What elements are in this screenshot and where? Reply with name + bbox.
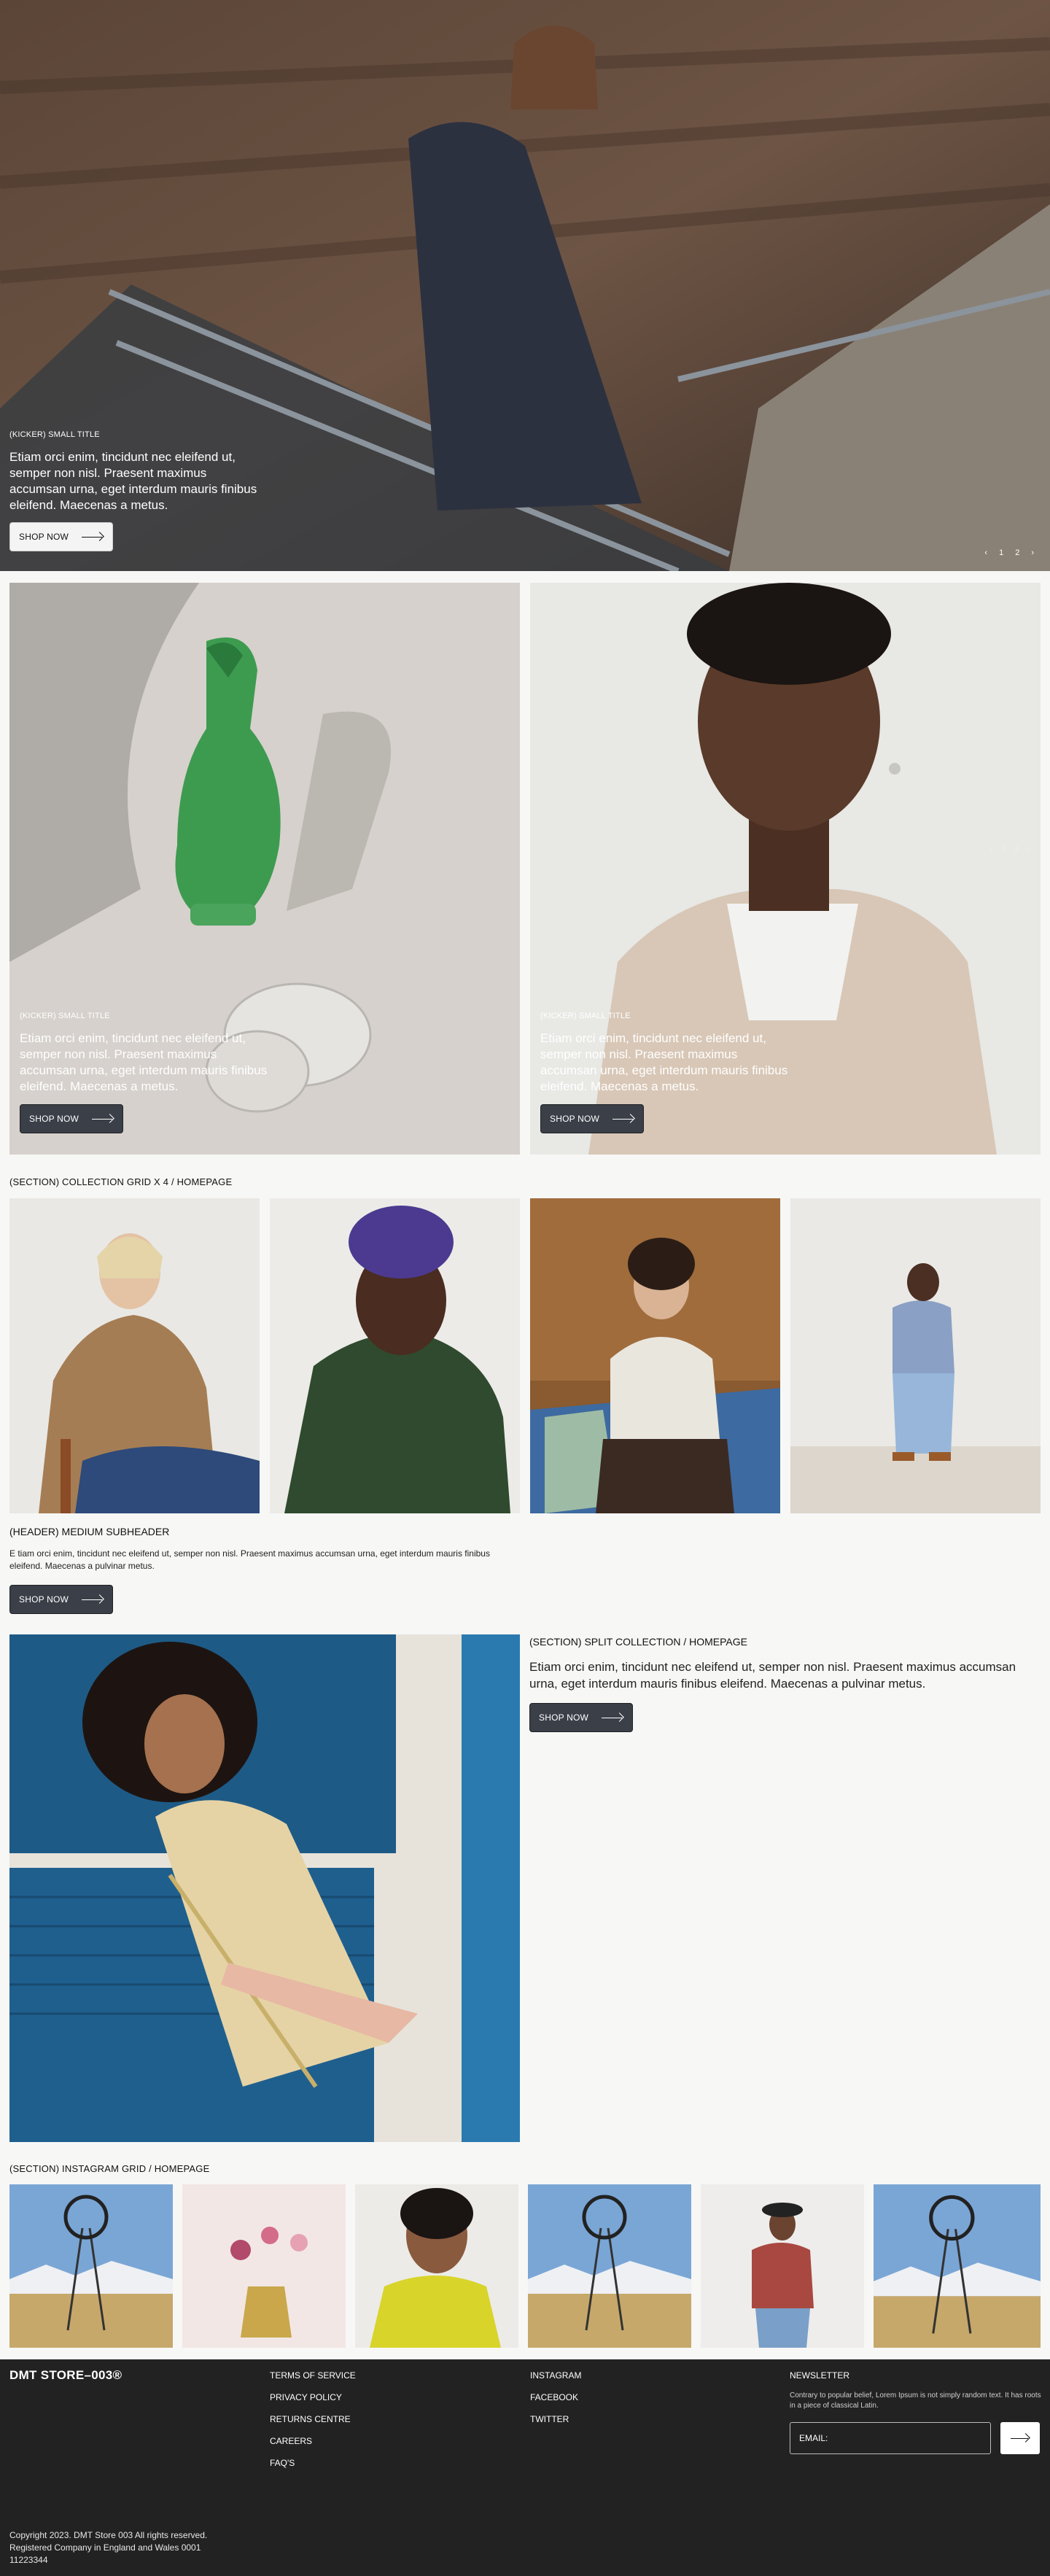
split-collection-body: Etiam orci enim, tincidunt nec eleifend … <box>529 1660 1016 1691</box>
feature-kicker: (KICKER) SMALL TITLE <box>20 1012 110 1020</box>
split-shop-now-button[interactable]: SHOP NOW <box>529 1703 634 1732</box>
collection-image-3 <box>530 1198 780 1513</box>
copyright-line-3: 11223344 <box>9 2555 48 2565</box>
arrow-right-icon <box>82 1595 104 1604</box>
copyright-line-1: Copyright 2023. DMT Store 003 All rights… <box>9 2530 208 2540</box>
hero-pagination: ‹ 1 2 › <box>984 548 1034 557</box>
collection-item-3[interactable] <box>530 1198 780 1513</box>
instagram-item-1[interactable] <box>9 2184 173 2348</box>
arrow-right-icon <box>602 1713 623 1722</box>
instagram-item-3[interactable] <box>355 2184 518 2348</box>
collection-item-1[interactable] <box>9 1198 260 1513</box>
collection-item-2[interactable] <box>270 1198 520 1513</box>
instagram-item-2[interactable] <box>182 2184 346 2348</box>
shop-now-label: SHOP NOW <box>539 1712 589 1723</box>
collection-item-4[interactable] <box>790 1198 1041 1513</box>
footer-link-privacy[interactable]: PRIVACY POLICY <box>270 2392 356 2402</box>
collection-image-4 <box>790 1198 1041 1513</box>
feature-card-left: (KICKER) SMALL TITLE Etiam orci enim, ti… <box>9 583 520 1155</box>
arrow-right-icon <box>612 1114 634 1123</box>
feature-card-right: ‹ 1 2 › (KICKER) SMALL TITLE Etiam orci … <box>530 583 1041 1155</box>
collection-shop-now-button[interactable]: SHOP NOW <box>9 1585 114 1614</box>
arrow-right-icon <box>92 1114 114 1123</box>
feature-body: Etiam orci enim, tincidunt nec eleifend … <box>540 1031 788 1093</box>
footer-link-terms[interactable]: TERMS OF SERVICE <box>270 2370 356 2381</box>
instagram-image-flowers <box>182 2184 346 2348</box>
feature-pagination: ‹ 1 2 › <box>989 845 1030 854</box>
collection-grid-title: (SECTION) COLLECTION GRID X 4 / HOMEPAGE <box>9 1176 233 1187</box>
arrow-right-icon <box>1011 2434 1030 2443</box>
collection-body: E tiam orci enim, tincidunt nec eleifend… <box>9 1548 490 1571</box>
split-collection-image <box>9 1634 520 2142</box>
newsletter-submit-button[interactable] <box>1000 2422 1040 2454</box>
pager-page-1[interactable]: 1 <box>999 548 1003 557</box>
pager-prev-icon[interactable]: ‹ <box>989 845 992 854</box>
instagram-item-5[interactable] <box>701 2184 864 2348</box>
feature-right-shop-now-button[interactable]: SHOP NOW <box>540 1104 645 1133</box>
pager-page-2[interactable]: 2 <box>1014 845 1019 854</box>
pager-page-2[interactable]: 2 <box>1015 548 1019 557</box>
feature-text-block-left: (KICKER) SMALL TITLE Etiam orci enim, ti… <box>20 1012 268 1133</box>
shop-now-label: SHOP NOW <box>29 1114 79 1124</box>
footer-links-legal: TERMS OF SERVICE PRIVACY POLICY RETURNS … <box>270 2370 356 2468</box>
instagram-image-plaid <box>701 2184 864 2348</box>
hero-banner: (KICKER) SMALL TITLE Etiam orci enim, ti… <box>0 0 1050 571</box>
footer-links-social: INSTAGRAM FACEBOOK TWITTER <box>530 2370 581 2424</box>
newsletter-email-input[interactable] <box>790 2422 991 2454</box>
collection-image-2 <box>270 1198 520 1513</box>
newsletter-body: Contrary to popular belief, Lorem Ipsum … <box>790 2391 1041 2410</box>
footer-link-careers[interactable]: CAREERS <box>270 2436 356 2446</box>
instagram-image-windmill-3 <box>874 2184 1041 2348</box>
feature-text-block-right: (KICKER) SMALL TITLE Etiam orci enim, ti… <box>540 1012 788 1133</box>
instagram-grid-title: (SECTION) INSTAGRAM GRID / HOMEPAGE <box>9 2163 210 2174</box>
arrow-right-icon <box>82 532 104 541</box>
hero-body: Etiam orci enim, tincidunt nec eleifend … <box>9 450 257 512</box>
pager-next-icon[interactable]: › <box>1027 845 1030 854</box>
hero-shop-now-button[interactable]: SHOP NOW <box>9 522 114 551</box>
footer-link-facebook[interactable]: FACEBOOK <box>530 2392 581 2402</box>
footer-link-returns[interactable]: RETURNS CENTRE <box>270 2414 356 2424</box>
instagram-image-portrait <box>355 2184 518 2348</box>
newsletter-title: NEWSLETTER <box>790 2370 850 2381</box>
collection-subheader: (HEADER) MEDIUM SUBHEADER <box>9 1526 170 1537</box>
shop-now-label: SHOP NOW <box>19 1594 69 1605</box>
footer-copyright: Copyright 2023. DMT Store 003 All rights… <box>9 2529 207 2567</box>
collection-image-1 <box>9 1198 260 1513</box>
hero-kicker: (KICKER) SMALL TITLE <box>9 430 100 439</box>
footer-link-faqs[interactable]: FAQ'S <box>270 2458 356 2468</box>
pager-next-icon[interactable]: › <box>1031 548 1034 557</box>
pager-page-1[interactable]: 1 <box>1001 845 1006 854</box>
feature-left-shop-now-button[interactable]: SHOP NOW <box>20 1104 124 1133</box>
footer-link-instagram[interactable]: INSTAGRAM <box>530 2370 581 2381</box>
instagram-image-windmill <box>9 2184 173 2348</box>
footer-link-twitter[interactable]: TWITTER <box>530 2414 581 2424</box>
instagram-image-windmill-2 <box>528 2184 691 2348</box>
instagram-item-6[interactable] <box>874 2184 1041 2348</box>
hero-text-block: (KICKER) SMALL TITLE Etiam orci enim, ti… <box>9 430 257 551</box>
feature-body: Etiam orci enim, tincidunt nec eleifend … <box>20 1031 268 1093</box>
footer-logo[interactable]: DMT STORE–003® <box>9 2368 122 2383</box>
hero-shop-now-label: SHOP NOW <box>19 532 69 542</box>
site-footer: DMT STORE–003® TERMS OF SERVICE PRIVACY … <box>0 2359 1050 2576</box>
pager-prev-icon[interactable]: ‹ <box>984 548 987 557</box>
instagram-item-4[interactable] <box>528 2184 691 2348</box>
copyright-line-2: Registered Company in England and Wales … <box>9 2542 201 2553</box>
feature-kicker: (KICKER) SMALL TITLE <box>540 1012 631 1020</box>
split-collection-title: (SECTION) SPLIT COLLECTION / HOMEPAGE <box>529 1636 747 1648</box>
shop-now-label: SHOP NOW <box>550 1114 600 1124</box>
